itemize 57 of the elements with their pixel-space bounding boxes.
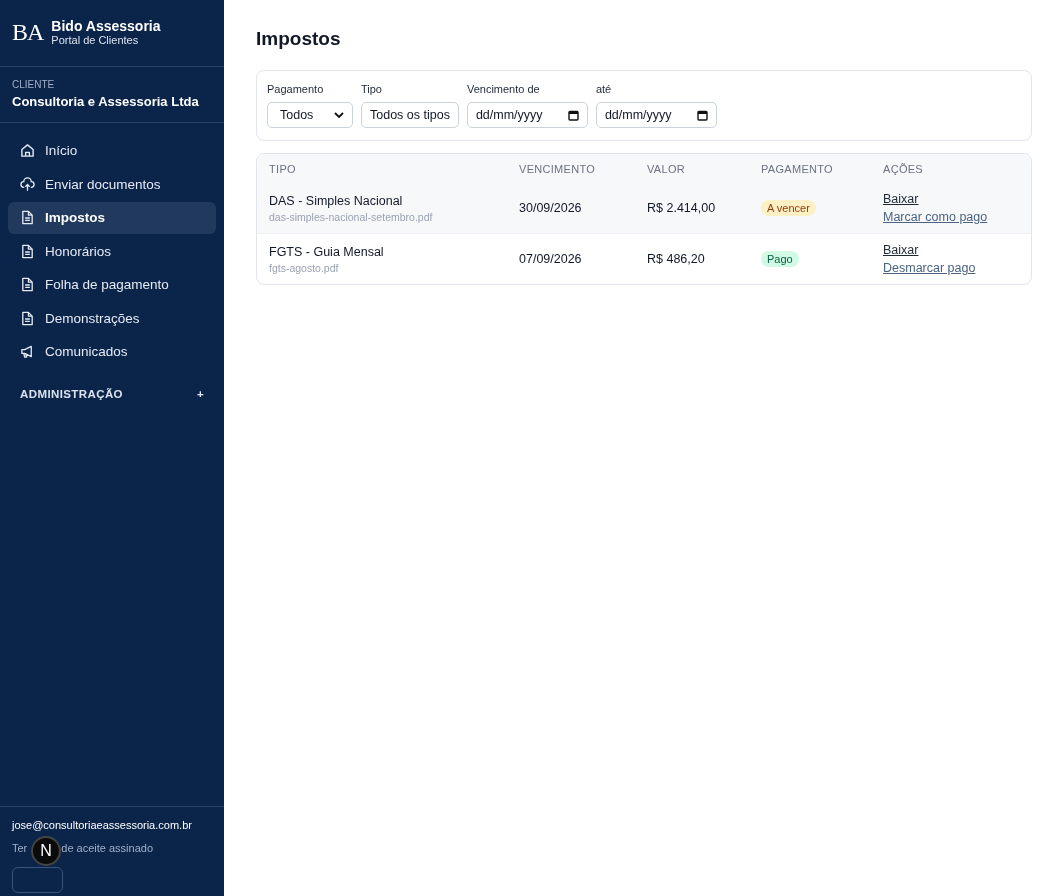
document-icon [20,243,35,259]
status-badge: A vencer [761,200,816,216]
home-icon [20,143,35,159]
due-date: 07/09/2026 [519,252,582,266]
megaphone-icon [20,344,35,360]
page-title: Impostos [256,28,342,50]
calendar-icon [567,109,579,121]
expand-toggle[interactable]: + [196,387,204,400]
user-email: jose@consultoriaeassessoria.com.br [12,819,193,832]
column-header: VALOR [635,154,749,183]
terms-status: de aceite assinado [61,842,153,855]
date-field[interactable]: dd/mm/yyyy [466,102,588,128]
filter-label: Tipo [361,83,383,95]
amount: R$ 486,20 [647,252,705,266]
nav-item[interactable]: Folha de pagamento [8,269,216,301]
column-header: PAGAMENTO [749,154,871,183]
logout-button[interactable] [12,867,63,893]
tax-title: DAS - Simples Nacional [269,193,404,208]
filter-label: até [595,83,613,95]
nav-item[interactable]: Comunicados [8,336,216,368]
column-header: TIPO [257,154,507,183]
document-icon [20,210,35,226]
download-link[interactable]: Baixar [883,241,1019,259]
column-header: VENCIMENTO [507,154,635,183]
toggle-paid-link[interactable]: Desmarcar pago [883,259,1019,277]
nav-item[interactable]: Enviar documentos [8,168,216,200]
nav-item[interactable]: Honorários [8,235,216,267]
filter-label: Vencimento de [466,83,541,95]
cloud-upload-icon [20,176,35,192]
date-field[interactable]: dd/mm/yyyy [595,102,717,128]
amount: R$ 2.414,00 [647,201,716,215]
due-date: 30/09/2026 [519,201,582,215]
terms-status: Ter [12,842,28,855]
section-heading: ADMINISTRAÇÃO [20,387,123,400]
nav-item[interactable]: Demonstrações [8,302,216,334]
nav-item[interactable]: Impostos [8,202,216,234]
chevron-down-icon [334,111,344,119]
client-name: Consultoria e Assessoria Ltda [12,94,200,109]
dev-tools-button[interactable]: N [31,836,61,866]
nav-item[interactable]: Início [8,135,216,167]
logo: BA [12,18,44,46]
tax-title: FGTS - Guia Mensal [269,244,385,259]
document-icon [20,310,35,326]
brand-name: Bido Assessoria [51,18,161,34]
file-name: das-simples-nacional-setembro.pdf [269,210,434,223]
brand-subtitle: Portal de Clientes [51,34,140,46]
filter-label: Pagamento [267,83,325,95]
client-label: CLIENTE [12,79,56,90]
status-badge: Pago [761,251,799,267]
document-icon [20,277,35,293]
input-field[interactable]: Todos os tipos [361,102,459,128]
download-link[interactable]: Baixar [883,190,1019,208]
toggle-paid-link[interactable]: Marcar como pago [883,208,1019,226]
calendar-icon [696,109,708,121]
column-header: AÇÕES [871,154,1031,183]
select-field[interactable]: Todos [267,102,353,128]
file-name: fgts-agosto.pdf [269,261,340,274]
